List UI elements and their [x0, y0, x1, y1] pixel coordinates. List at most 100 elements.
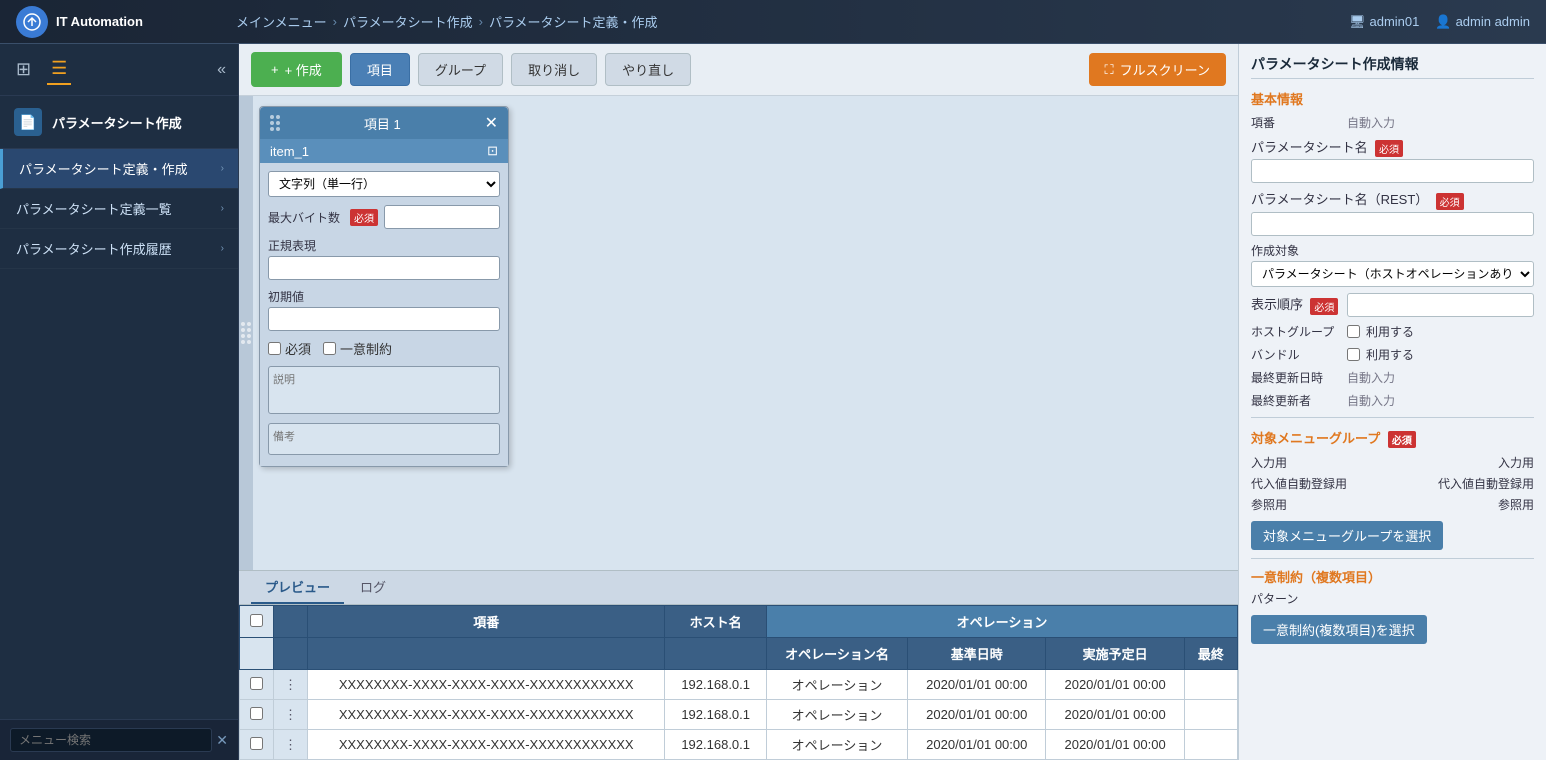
preview-table: 項番 ホスト名 オペレーション オペレーション名 基準日時 [239, 605, 1238, 760]
fullscreen-icon: ⛶ [1105, 62, 1114, 78]
item-no-value: 自動入力 [1347, 114, 1395, 131]
reference-label: 参照用 [1251, 496, 1287, 513]
create-button[interactable]: + + 作成 [251, 52, 342, 87]
breadcrumb: メインメニュー › パラメータシート作成 › パラメータシート定義・作成 [236, 12, 1349, 31]
item-card-close-button[interactable]: ✕ [485, 113, 498, 133]
required-checkbox[interactable] [268, 342, 281, 355]
col-dots-header-2 [274, 638, 308, 670]
display-order-label: 表示順序 必須 [1251, 294, 1341, 314]
sidebar-search-input[interactable] [10, 728, 212, 752]
right-panel: パラメータシート作成情報 基本情報 項番 自動入力 パラメータシート名 必須 パ… [1238, 44, 1546, 760]
tab-log[interactable]: ログ [346, 571, 400, 604]
sidebar-item-history[interactable]: パラメータシート作成履歴 › [0, 229, 238, 269]
host-group-label: ホストグループ [1251, 323, 1341, 340]
reference-value: 参照用 [1498, 496, 1534, 513]
sheet-name-input[interactable] [1251, 159, 1534, 183]
cancel-button[interactable]: 取り消し [511, 53, 597, 86]
cancel-label: 取り消し [528, 63, 580, 78]
note-textarea[interactable] [268, 423, 500, 455]
row1-dots[interactable]: ⋮ [274, 700, 308, 730]
tab-group-label: グループ [435, 63, 486, 78]
sidebar-search-row: ✕ [0, 719, 238, 760]
sidebar: ⊞ ☰ « 📄 パラメータシート作成 パラメータシート定義・作成 › パラメータ… [0, 44, 239, 760]
max-bytes-required-badge: 必須 [350, 209, 378, 226]
tab-item-button[interactable]: 項目 [350, 53, 410, 86]
tab-preview[interactable]: プレビュー [251, 571, 344, 604]
breadcrumb-sep-1: › [333, 14, 337, 29]
item-name: item_1 [270, 144, 309, 159]
chevron-right-icon-2: › [221, 203, 224, 214]
row1-checkbox [240, 700, 274, 730]
required-checkbox-label: 必須 [285, 339, 311, 358]
unique-select-button[interactable]: 一意制約(複数項目)を選択 [1251, 615, 1427, 644]
sheet-name-label: パラメータシート名 必須 [1251, 137, 1534, 157]
unique-checkbox[interactable] [323, 342, 336, 355]
sheet-name-block: パラメータシート名 必須 [1251, 137, 1534, 183]
row1-check[interactable] [250, 707, 263, 720]
required-checkbox-item: 必須 [268, 339, 311, 358]
input-group-row: 入力用 入力用 [1251, 454, 1534, 471]
col-operation-group-header: オペレーション [766, 606, 1237, 638]
admin-user[interactable]: 👤 admin admin [1435, 14, 1530, 30]
redo-label: やり直し [622, 63, 674, 78]
table-row: ⋮ XXXXXXXX-XXXX-XXXX-XXXX-XXXXXXXXXXXX 1… [240, 670, 1238, 700]
select-menu-group-button[interactable]: 対象メニューグループを選択 [1251, 521, 1443, 550]
admin01-label: admin01 [1370, 14, 1420, 29]
regex-input[interactable] [268, 256, 500, 280]
bundle-checkbox[interactable] [1347, 348, 1360, 361]
collapse-sidebar-btn[interactable]: « [217, 61, 226, 79]
sidebar-icon-bar: ⊞ ☰ « [0, 44, 238, 96]
auto-register-group-row: 代入値自動登録用 代入値自動登録用 [1251, 475, 1534, 492]
redo-button[interactable]: やり直し [605, 53, 691, 86]
item-drag-handle[interactable] [270, 115, 280, 131]
expand-icon: ⊡ [487, 143, 498, 159]
sidebar-search-clear[interactable]: ✕ [216, 732, 228, 749]
host-group-checkbox[interactable] [1347, 325, 1360, 338]
sheet-name-required: 必須 [1375, 140, 1403, 157]
display-order-input[interactable] [1347, 293, 1534, 317]
col-checkbox-header [240, 606, 274, 638]
sidebar-item-history-label: パラメータシート作成履歴 [16, 239, 172, 258]
header-user-area: 🖥 admin01 👤 admin admin [1349, 14, 1530, 30]
sidebar-item-define-create-label: パラメータシート定義・作成 [19, 159, 188, 178]
description-textarea[interactable] [268, 366, 500, 414]
type-select[interactable]: 文字列（単一行） 文字列（複数行） 整数 小数 [268, 171, 500, 197]
tab-group-button[interactable]: グループ [418, 53, 503, 86]
fullscreen-button[interactable]: ⛶ フルスクリーン [1089, 53, 1226, 86]
row0-check[interactable] [250, 677, 263, 690]
row2-last [1184, 730, 1237, 760]
row2-check[interactable] [250, 737, 263, 750]
sheet-name-rest-required: 必須 [1436, 193, 1464, 210]
max-bytes-label: 最大バイト数 [268, 209, 340, 226]
create-target-select[interactable]: パラメータシート（ホストオペレーションあり） パラメータシート（ホストのみ） デ… [1251, 261, 1534, 287]
chevron-right-icon: › [221, 163, 224, 174]
row2-basedate: 2020/01/01 00:00 [908, 730, 1046, 760]
sheet-name-rest-input[interactable] [1251, 212, 1534, 236]
sidebar-item-define-list[interactable]: パラメータシート定義一覧 › [0, 189, 238, 229]
regex-row: 正規表現 [268, 237, 500, 280]
pattern-row: パターン [1251, 590, 1534, 607]
row2-host: 192.168.0.1 [665, 730, 767, 760]
unique-checkbox-label: 一意制約 [340, 339, 392, 358]
initial-value-input[interactable] [268, 307, 500, 331]
host-group-row: ホストグループ 利用する [1251, 323, 1534, 340]
admin01-user[interactable]: 🖥 admin01 [1349, 14, 1419, 30]
breadcrumb-item-2[interactable]: パラメータシート作成 [343, 12, 473, 31]
regex-label: 正規表現 [268, 237, 500, 254]
row0-scheduled: 2020/01/01 00:00 [1046, 670, 1184, 700]
select-all-checkbox[interactable] [250, 614, 263, 627]
max-bytes-input[interactable] [384, 205, 500, 229]
content-area: + + 作成 項目 グループ 取り消し やり直し ⛶ フルスクリーン [239, 44, 1238, 760]
list-icon-btn[interactable]: ☰ [47, 54, 71, 85]
toolbar: + + 作成 項目 グループ 取り消し やり直し ⛶ フルスクリーン [239, 44, 1238, 96]
logo-icon [16, 6, 48, 38]
drag-dots-icon [270, 115, 280, 131]
row0-dots[interactable]: ⋮ [274, 670, 308, 700]
breadcrumb-item-1[interactable]: メインメニュー [236, 12, 327, 31]
last-updater-row: 最終更新者 自動入力 [1251, 392, 1534, 409]
create-target-block: 作成対象 パラメータシート（ホストオペレーションあり） パラメータシート（ホスト… [1251, 242, 1534, 287]
sidebar-item-define-create[interactable]: パラメータシート定義・作成 › [0, 149, 238, 189]
row2-dots[interactable]: ⋮ [274, 730, 308, 760]
grid-icon-btn[interactable]: ⊞ [12, 55, 35, 84]
row1-basedate: 2020/01/01 00:00 [908, 700, 1046, 730]
